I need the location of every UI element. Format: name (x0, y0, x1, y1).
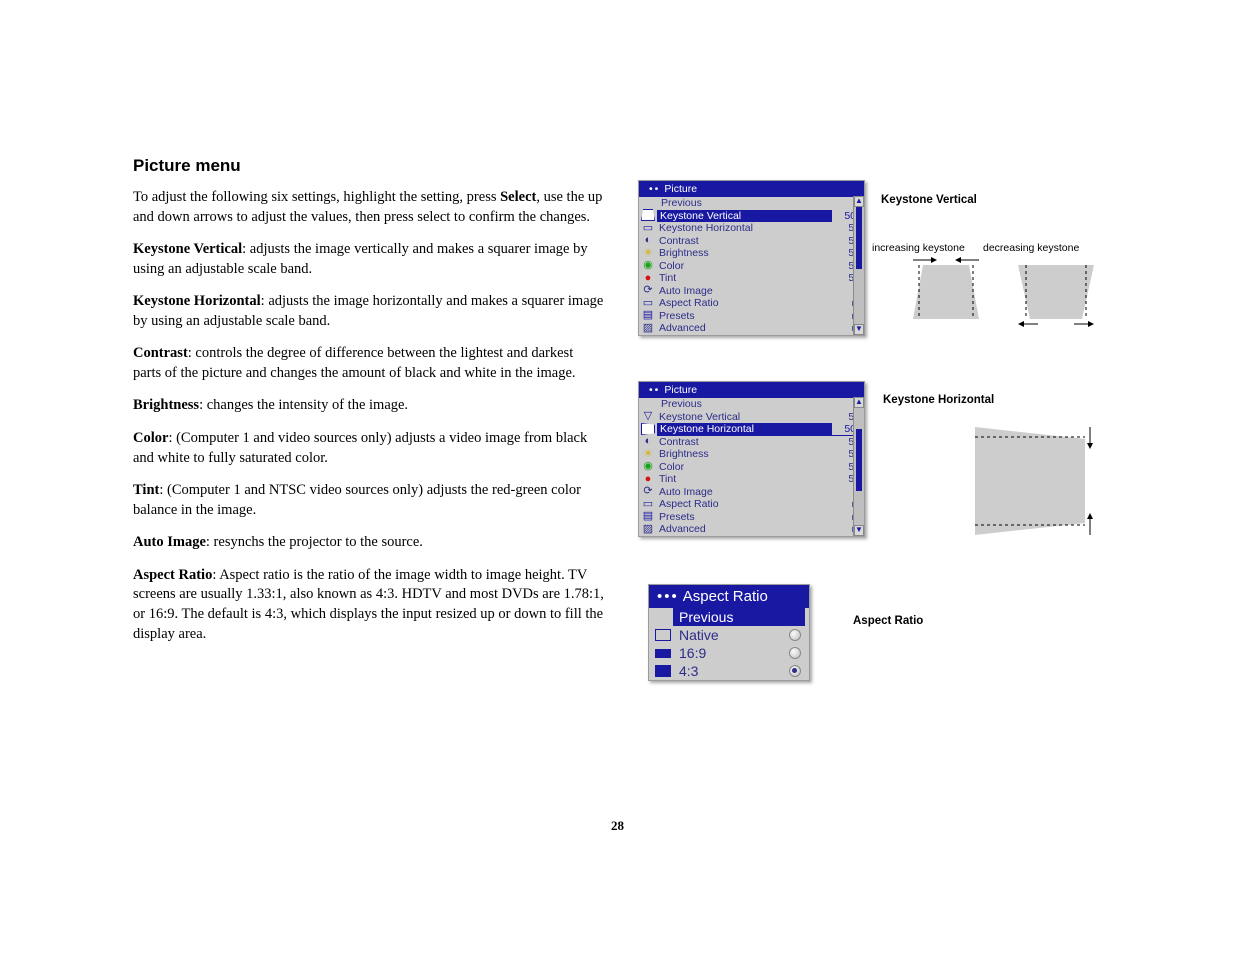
menu-title: •••Aspect Ratio (649, 585, 809, 608)
def-color: Color: (Computer 1 and video sources onl… (133, 429, 605, 468)
horizontal-keystone-figure (973, 425, 1093, 550)
radio-icon (789, 647, 801, 659)
menu-item-tint[interactable]: ●Tint50 (639, 272, 864, 285)
label-increasing: increasing keystone (872, 242, 965, 254)
menu-item-brightness[interactable]: ☀Brightness50 (639, 448, 864, 461)
menu-scrollbar[interactable]: ▲ ▼ (853, 397, 864, 536)
scroll-up-icon[interactable]: ▲ (854, 397, 864, 408)
intro-select: Select (500, 189, 536, 205)
menu-item-aspect-ratio[interactable]: ▭Aspect Ratio► (639, 498, 864, 511)
menu-item-previous[interactable]: Previous (639, 197, 864, 210)
def-aspect-ratio: Aspect Ratio: Aspect ratio is the ratio … (133, 566, 605, 644)
def-keystone-horizontal: Keystone Horizontal: adjusts the image h… (133, 292, 605, 331)
menu-item-color[interactable]: ◉Color50 (639, 461, 864, 474)
menu-item-auto-image[interactable]: ⟳Auto Image (639, 486, 864, 499)
def-keystone-vertical: Keystone Vertical: adjusts the image ver… (133, 240, 605, 279)
menu-item-4-3[interactable]: 4:3 (649, 662, 809, 680)
def-tint: Tint: (Computer 1 and NTSC video sources… (133, 481, 605, 520)
menu-item-auto-image[interactable]: ⟳Auto Image (639, 285, 864, 298)
menu-item-presets[interactable]: ▤Presets► (639, 511, 864, 524)
brightness-icon: ☀ (641, 449, 655, 459)
intro-paragraph: To adjust the following six settings, hi… (133, 188, 605, 227)
menu-item-kh[interactable]: Keystone Horizontal50 (657, 423, 862, 436)
aspect-ratio-menu: •••Aspect Ratio Previous Native 16:9 4:3 (648, 584, 810, 681)
menu-item-kh[interactable]: ▭Keystone Horizontal50 (639, 222, 864, 235)
menu-item-previous[interactable]: Previous (673, 608, 805, 626)
menu-scrollbar[interactable]: ▲ ▼ (853, 196, 864, 335)
picture-menu-kv: ••Picture Previous Keystone Vertical50 ▭… (638, 180, 865, 336)
label-decreasing: decreasing keystone (983, 242, 1079, 254)
menu-item-previous[interactable]: Previous (639, 398, 864, 411)
def-brightness: Brightness: changes the intensity of the… (133, 396, 605, 416)
def-auto-image: Auto Image: resynchs the projector to th… (133, 533, 605, 553)
menu-item-aspect-ratio[interactable]: ▭Aspect Ratio► (639, 297, 864, 310)
menu-item-native[interactable]: Native (649, 626, 809, 644)
menu-item-kv[interactable]: Keystone Vertical50 (657, 210, 862, 223)
square-outline-icon (655, 629, 671, 641)
menu-title: ••Picture (639, 382, 864, 398)
aspect-ratio-icon: ▭ (641, 298, 655, 308)
presets-icon: ▤ (641, 512, 655, 522)
trapezoid-v-icon (641, 209, 655, 221)
menu-item-kv[interactable]: ▽Keystone Vertical50 (639, 411, 864, 424)
trapezoid-v-icon: ▽ (641, 412, 655, 422)
label-ar: Aspect Ratio (853, 615, 923, 627)
aspect-ratio-icon: ▭ (641, 499, 655, 509)
label-kh: Keystone Horizontal (883, 394, 994, 406)
tint-icon: ● (641, 273, 655, 283)
scroll-thumb[interactable] (856, 429, 862, 491)
intro-pre: To adjust the following six settings, hi… (133, 189, 500, 205)
contrast-icon: ◐ (641, 437, 655, 447)
menu-item-presets[interactable]: ▤Presets► (639, 310, 864, 323)
menu-item-brightness[interactable]: ☀Brightness50 (639, 247, 864, 260)
menu-item-16-9[interactable]: 16:9 (649, 644, 809, 662)
text-column: Picture menu To adjust the following six… (133, 155, 605, 657)
scroll-up-icon[interactable]: ▲ (854, 196, 864, 207)
rect-icon (655, 665, 671, 677)
contrast-icon: ◐ (641, 236, 655, 246)
color-icon: ◉ (641, 261, 655, 271)
label-kv: Keystone Vertical (881, 194, 977, 206)
advanced-icon: ▨ (641, 323, 655, 333)
increasing-keystone-figure (911, 257, 981, 327)
page-heading: Picture menu (133, 155, 605, 178)
menu-item-advanced[interactable]: ▨Advanced► (639, 322, 864, 335)
advanced-icon: ▨ (641, 524, 655, 534)
radio-icon (789, 629, 801, 641)
auto-image-icon: ⟳ (641, 286, 655, 296)
decreasing-keystone-figure (1016, 257, 1096, 327)
menu-title: ••Picture (639, 181, 864, 197)
menu-item-contrast[interactable]: ◐Contrast50 (639, 436, 864, 449)
tint-icon: ● (641, 474, 655, 484)
scroll-thumb[interactable] (856, 207, 862, 269)
brightness-icon: ☀ (641, 248, 655, 258)
presets-icon: ▤ (641, 311, 655, 321)
trapezoid-h-icon (641, 423, 655, 435)
menu-item-tint[interactable]: ●Tint50 (639, 473, 864, 486)
trapezoid-h-icon: ▭ (641, 223, 655, 233)
scroll-down-icon[interactable]: ▼ (854, 324, 864, 335)
page-number: 28 (0, 818, 1235, 834)
color-icon: ◉ (641, 462, 655, 472)
menu-item-advanced[interactable]: ▨Advanced► (639, 523, 864, 536)
radio-selected-icon (789, 665, 801, 677)
scroll-down-icon[interactable]: ▼ (854, 525, 864, 536)
menu-item-color[interactable]: ◉Color50 (639, 260, 864, 273)
wide-rect-icon (655, 649, 671, 658)
menu-item-contrast[interactable]: ◐Contrast50 (639, 235, 864, 248)
picture-menu-kh: ••Picture Previous ▽Keystone Vertical50 … (638, 381, 865, 537)
auto-image-icon: ⟳ (641, 487, 655, 497)
def-contrast: Contrast: controls the degree of differe… (133, 344, 605, 383)
